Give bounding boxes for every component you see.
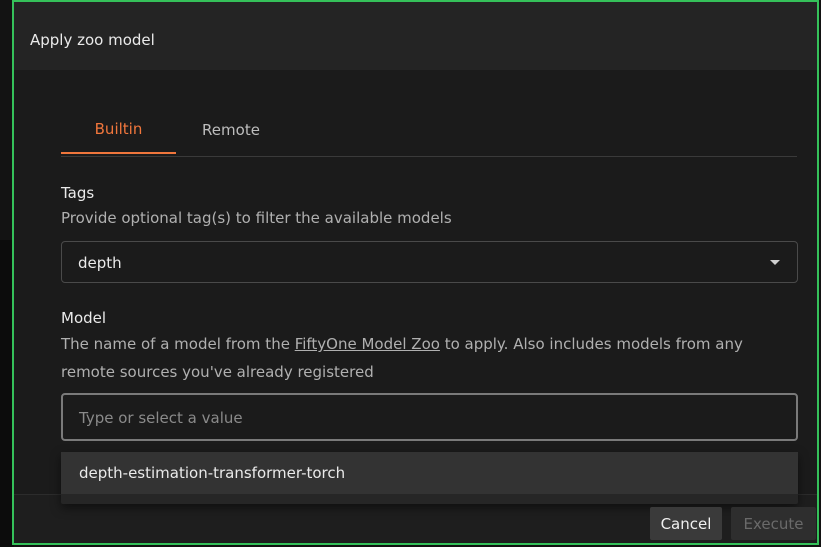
model-input[interactable]: Type or select a value [61, 393, 798, 441]
model-input-placeholder: Type or select a value [79, 409, 243, 427]
model-options-dropdown: depth-estimation-transformer-torch [61, 452, 798, 504]
model-description-text-cont: to apply. Also includes models from any [439, 335, 743, 353]
model-description-text: The name of a model from the [61, 335, 295, 353]
apply-zoo-model-dialog: Apply zoo model Builtin Remote Tags Prov… [12, 0, 819, 545]
model-description: The name of a model from the FiftyOne Mo… [61, 330, 798, 386]
dialog-header: Apply zoo model [14, 2, 817, 70]
model-label: Model [61, 309, 107, 327]
model-option[interactable]: depth-estimation-transformer-torch [61, 452, 798, 494]
execute-button[interactable]: Execute [731, 507, 816, 540]
tags-select[interactable]: depth [61, 241, 798, 283]
model-description-line2: remote sources you've already registered [61, 363, 374, 381]
tags-select-value: depth [78, 254, 122, 272]
model-option-label: depth-estimation-transformer-torch [79, 464, 346, 482]
model-zoo-link[interactable]: FiftyOne Model Zoo [295, 335, 440, 353]
tags-description: Provide optional tag(s) to filter the av… [61, 209, 452, 227]
cancel-button[interactable]: Cancel [650, 507, 722, 540]
tab-bar: Builtin Remote [61, 106, 797, 157]
tags-label: Tags [61, 184, 95, 202]
chevron-down-icon[interactable] [770, 260, 780, 265]
tab-builtin[interactable]: Builtin [61, 106, 176, 154]
tab-remote[interactable]: Remote [186, 106, 276, 154]
dialog-title: Apply zoo model [30, 31, 155, 49]
